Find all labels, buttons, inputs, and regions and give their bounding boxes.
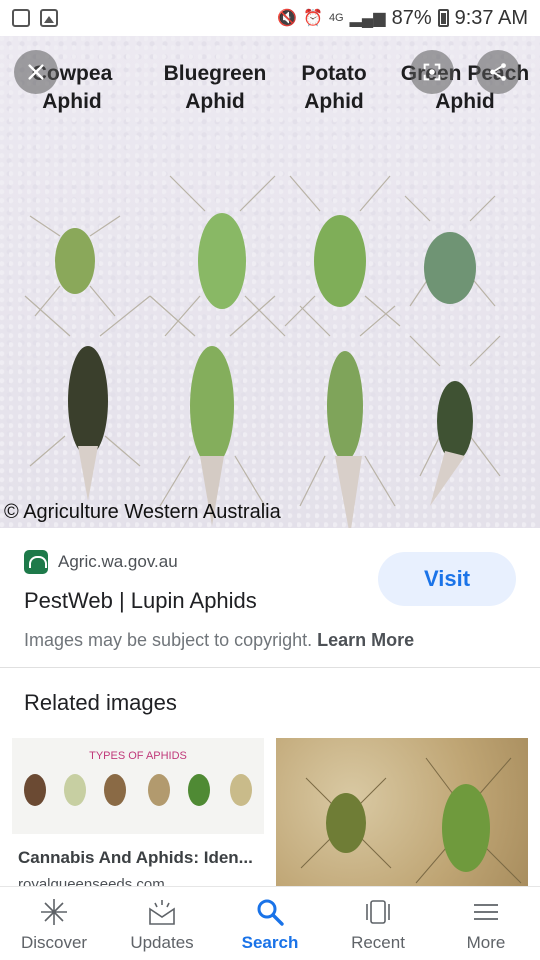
signal-icon: ▂▄▆: [349, 10, 386, 27]
image-credit: © Agriculture Western Australia: [4, 501, 281, 523]
aphid-illustrations: [24, 175, 501, 528]
aphid-thumb: [188, 774, 210, 806]
nav-label: More: [466, 933, 506, 952]
nav-label: Discover: [20, 933, 88, 952]
bottom-nav: Discover Updates Search Recent More: [0, 886, 540, 960]
search-icon: [257, 899, 284, 926]
related-image-card[interactable]: [276, 738, 528, 888]
aphid-thumb: [104, 774, 126, 806]
copyright-text: Images may be subject to copyright.: [24, 630, 313, 650]
gallery-icon: [40, 9, 58, 27]
status-right: 🔇 ⏰ 4G ▂▄▆ 87% 9:37 AM: [277, 7, 528, 30]
related-thumbnail: [276, 738, 528, 888]
share-button[interactable]: [476, 50, 520, 94]
aphid-thumb: [148, 774, 170, 806]
aphid-thumb-photo: [300, 757, 522, 884]
lens-button[interactable]: [410, 50, 454, 94]
updates-icon: [149, 900, 175, 925]
close-icon: [28, 64, 44, 80]
related-thumbnail: TYPES OF APHIDS: [12, 738, 264, 834]
share-icon: [490, 63, 506, 81]
main-image[interactable]: Cowpea Aphid Bluegreen Aphid Potato Aphi…: [0, 36, 540, 528]
aphid-thumb: [64, 774, 86, 806]
mute-icon: 🔇: [277, 10, 298, 27]
result-title[interactable]: PestWeb | Lupin Aphids: [24, 588, 257, 614]
nav-more[interactable]: More: [432, 887, 540, 960]
nav-label: Updates: [130, 933, 194, 952]
source-row[interactable]: Agric.wa.gov.au: [24, 550, 178, 574]
thumbnail-title: TYPES OF APHIDS: [89, 750, 187, 762]
nav-updates[interactable]: Updates: [108, 887, 216, 960]
clock: 9:37 AM: [454, 6, 528, 29]
screenshot-icon: [12, 9, 30, 27]
network-type-icon: 4G: [328, 12, 344, 24]
nav-label: Recent: [351, 933, 405, 952]
nav-discover[interactable]: Discover: [0, 887, 108, 960]
battery-icon: [437, 9, 449, 27]
aphid-thumb: [230, 774, 252, 806]
status-left: [12, 9, 58, 27]
source-name: Agric.wa.gov.au: [58, 552, 178, 571]
lens-icon: [423, 63, 441, 81]
nav-search[interactable]: Search: [216, 887, 324, 960]
aphid-thumb: [24, 774, 46, 806]
close-button[interactable]: [14, 50, 58, 94]
learn-more-link[interactable]: Learn More: [317, 630, 414, 650]
asterisk-icon: [41, 899, 67, 925]
copyright-notice: Images may be subject to copyright. Lear…: [24, 630, 414, 651]
nav-recent[interactable]: Recent: [324, 887, 432, 960]
related-image-card[interactable]: TYPES OF APHIDS Cannabis And Aphids: Ide…: [12, 738, 264, 888]
visit-button[interactable]: Visit: [378, 552, 516, 606]
related-images-heading: Related images: [24, 690, 177, 715]
status-bar: 🔇 ⏰ 4G ▂▄▆ 87% 9:37 AM: [0, 0, 540, 36]
menu-icon: [474, 904, 498, 920]
site-favicon-icon: [24, 550, 48, 574]
alarm-icon: ⏰: [303, 10, 323, 27]
recent-icon: [366, 900, 390, 924]
related-card-title: Cannabis And Aphids: Iden...: [18, 848, 253, 867]
result-info: Agric.wa.gov.au PestWeb | Lupin Aphids I…: [0, 528, 540, 668]
nav-label: Search: [241, 933, 299, 952]
battery-percent: 87%: [391, 6, 432, 29]
